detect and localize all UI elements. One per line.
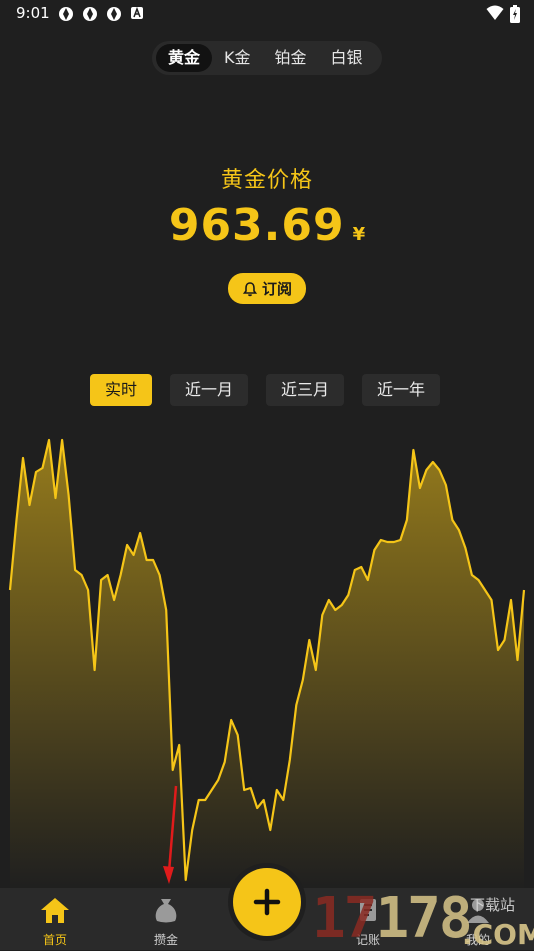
price-unit: ¥: [352, 224, 366, 245]
metal-type-tabs: 黄金 K金 铂金 白银: [152, 41, 382, 75]
tab-silver[interactable]: 白银: [319, 44, 375, 72]
watermark-com-text: .COM: [462, 918, 534, 951]
add-button[interactable]: [233, 868, 301, 936]
watermark-digits-b: 178: [375, 886, 472, 951]
home-icon: [41, 898, 69, 923]
nav-home-label: 首页: [42, 933, 67, 947]
battery-charging-icon: [510, 5, 520, 23]
tab-three-months[interactable]: 近三月: [266, 374, 345, 406]
status-time: 9:01: [16, 4, 50, 22]
watermark-top-text: 下载站: [470, 896, 516, 914]
wifi-icon: [486, 5, 504, 20]
annotation-arrow: [163, 785, 178, 884]
price-value: 963.69: [168, 200, 345, 251]
tab-gold[interactable]: 黄金: [156, 44, 213, 72]
nav-save-gold-label: 攒金: [153, 933, 178, 947]
tab-one-month[interactable]: 近一月: [170, 374, 249, 406]
app-notification-icon: [107, 7, 121, 21]
tab-realtime[interactable]: 实时: [90, 374, 153, 406]
app-notification-icon: [59, 7, 73, 21]
subscribe-button[interactable]: 订阅: [228, 273, 306, 304]
price-title: 黄金价格: [220, 168, 313, 193]
money-bag-icon: [155, 899, 177, 923]
price-chart: [8, 438, 526, 890]
nav-home[interactable]: 首页: [15, 888, 95, 950]
watermark-digits-a: 17: [312, 886, 377, 951]
price-chart-area: [10, 440, 524, 890]
site-watermark: 17178 下载站 .COM: [312, 886, 534, 951]
app-notification-icon: [83, 7, 97, 21]
subscribe-label: 订阅: [261, 280, 292, 298]
bell-icon: [242, 281, 258, 296]
plus-icon: [253, 888, 281, 916]
app-notification-a-icon: [131, 6, 143, 19]
tab-one-year[interactable]: 近一年: [362, 374, 441, 406]
tab-k-gold[interactable]: K金: [212, 44, 263, 72]
tab-platinum[interactable]: 铂金: [263, 44, 319, 72]
status-bar: 9:01: [0, 0, 534, 28]
time-range-tabs: 实时 近一月 近三月 近一年: [90, 374, 441, 406]
price-display: 963.69 ¥: [0, 200, 534, 251]
nav-save-gold[interactable]: 攒金: [126, 888, 206, 950]
